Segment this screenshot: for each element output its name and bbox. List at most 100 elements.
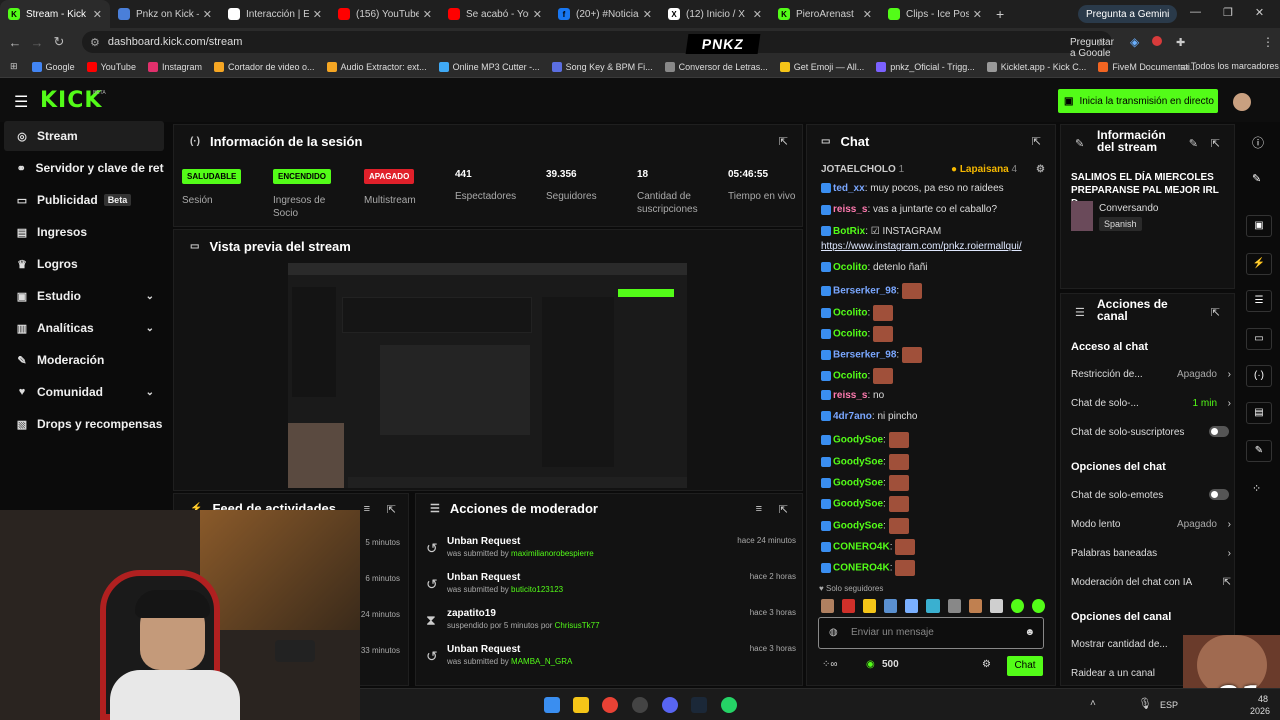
avatar[interactable] — [1233, 93, 1251, 111]
back-icon[interactable]: ← — [4, 35, 26, 50]
mod-filter-icon[interactable]: ≡ — [756, 503, 762, 515]
mod-action-user[interactable]: MAMBA_N_GRA — [511, 657, 572, 666]
browser-tab[interactable]: K PieroArenast ✕ — [770, 0, 880, 28]
emote-11-icon[interactable] — [1031, 599, 1046, 613]
bookmark-item[interactable]: Song Key & BPM Fi... — [551, 61, 653, 72]
url-field[interactable]: ⚙ dashboard.kick.com/stream PNKZ Pregunt… — [82, 31, 1114, 59]
puzzle-icon[interactable]: ✚ — [1176, 36, 1185, 49]
chat-link[interactable]: https://www.instagram.com/pnkz.roiermall… — [821, 241, 1022, 252]
chat-username[interactable]: CONERO4K — [833, 541, 890, 552]
sidebar-item[interactable]: ▤ Ingresos — [4, 217, 164, 247]
chat-send-button[interactable]: Chat — [1007, 656, 1043, 676]
mod-action-user[interactable]: maximilianorobespierre — [511, 549, 594, 558]
emote-2-icon[interactable] — [842, 599, 856, 613]
extensions-icon[interactable]: ◈ — [1130, 35, 1139, 49]
chat-message-input[interactable]: ◍ Enviar un mensaje ☻ — [818, 617, 1044, 649]
sidebar-item[interactable]: ▭ Publicidad Beta — [4, 185, 164, 215]
bookmark-item[interactable]: Kicklet.app - Kick C... — [986, 61, 1086, 72]
chat-username[interactable]: CONERO4K — [833, 563, 890, 574]
apps-dots-icon[interactable]: ⁘ — [1252, 482, 1261, 495]
chat-username[interactable]: GoodySoe — [833, 456, 883, 467]
pinned-user-right[interactable]: Lapaisana — [960, 164, 1009, 175]
chat-username[interactable]: GoodySoe — [833, 478, 883, 489]
mod-action-row[interactable]: ↺ Unban Request was submitted by buticito1… — [426, 572, 796, 606]
reload-icon[interactable]: ↻ — [48, 34, 70, 50]
sidebar-item[interactable]: ◎ Stream — [4, 121, 164, 151]
emote-8-icon[interactable] — [968, 599, 982, 613]
bolt-tool-icon[interactable]: ⚡ — [1246, 253, 1272, 275]
filter-icon[interactable]: ≡ — [364, 503, 370, 515]
emote-9-icon[interactable] — [989, 599, 1003, 613]
emote-4-icon[interactable] — [884, 599, 898, 613]
mod-popout-icon[interactable]: ⇱ — [779, 503, 788, 516]
infinity-icon[interactable]: ⁘∞ — [822, 659, 838, 670]
emotes-only-toggle[interactable] — [1209, 489, 1229, 500]
file-explorer-icon[interactable] — [573, 697, 589, 713]
go-live-button[interactable]: ▣ Inicia la transmisión en directo — [1058, 89, 1218, 113]
chat-popout-icon[interactable]: ⇱ — [1032, 135, 1041, 148]
banned-words-row[interactable]: Palabras baneadas › — [1071, 548, 1231, 559]
bookmark-item[interactable]: Audio Extractor: ext... — [326, 61, 427, 72]
language-indicator[interactable]: ESP — [1160, 700, 1178, 710]
emote-7-icon[interactable] — [947, 599, 961, 613]
solo-row[interactable]: Chat de solo-... 1 min › — [1071, 398, 1231, 409]
browser-tab[interactable]: Interacción | El m ✕ — [220, 0, 330, 28]
mod-action-row[interactable]: ↺ Unban Request was submitted by MAMBA_N_G… — [426, 644, 796, 678]
browser-tab[interactable]: K Stream - Kick Da ✕ — [0, 0, 110, 28]
maximize-icon[interactable]: ❐ — [1223, 6, 1233, 19]
emote-5-icon[interactable] — [905, 599, 919, 613]
edit-icon[interactable]: ✎ — [1189, 137, 1198, 150]
sidebar-item[interactable]: ▥ Analíticas ⌄ — [4, 313, 164, 343]
restriction-row[interactable]: Restricción de... Apagado › — [1071, 369, 1231, 380]
canal-popout-icon[interactable]: ⇱ — [1211, 306, 1220, 319]
stack-tool-icon[interactable]: ▤ — [1246, 402, 1272, 424]
chevron-up-icon[interactable]: ˄ — [1090, 698, 1096, 709]
discord-icon[interactable] — [662, 697, 678, 713]
wrench-tool-icon[interactable]: ✎ — [1246, 440, 1272, 462]
chat-username[interactable]: BotRix — [833, 226, 865, 237]
sidebar-item[interactable]: ▧ Drops y recompensas — [4, 409, 164, 439]
ai-mod-row[interactable]: Moderación del chat con IA ⇱ — [1071, 577, 1231, 588]
tab-close-icon[interactable]: ✕ — [753, 8, 762, 21]
tab-close-icon[interactable]: ✕ — [973, 8, 982, 21]
bookmark-item[interactable]: Cortador de video o... — [213, 61, 315, 72]
bookmark-item[interactable]: Online MP3 Cutter -... — [438, 61, 540, 72]
emoji-icon[interactable]: ☻ — [1024, 618, 1035, 648]
steam-icon[interactable] — [691, 697, 707, 713]
mod-action-user[interactable]: buticito123123 — [511, 585, 563, 594]
chat-username[interactable]: GoodySoe — [833, 520, 883, 531]
site-info-icon[interactable]: ⚙ — [90, 36, 100, 49]
sidebar-item[interactable]: ▣ Estudio ⌄ — [4, 281, 164, 311]
obs-icon[interactable] — [632, 697, 648, 713]
chat-username[interactable]: reiss_s — [833, 204, 867, 215]
browser-tab[interactable]: Se acabó - YouTu ✕ — [440, 0, 550, 28]
emote-3-icon[interactable] — [863, 599, 877, 613]
chat-settings-icon[interactable]: ⚙ — [1036, 164, 1045, 175]
info-popout-icon[interactable]: ⇱ — [1211, 137, 1220, 150]
chat-username[interactable]: 4dr7ano — [833, 411, 872, 422]
chat-username[interactable]: Ocolito — [833, 371, 867, 382]
tab-close-icon[interactable]: ✕ — [423, 8, 432, 21]
emote-6-icon[interactable] — [926, 599, 940, 613]
all-bookmarks[interactable]: ▭ Todos los marcadores — [1180, 61, 1279, 72]
chat-username[interactable]: Ocolito — [833, 262, 867, 273]
chat-username[interactable]: Berserker_98 — [833, 286, 896, 297]
browser-tab[interactable]: (156) YouTube ✕ — [330, 0, 440, 28]
chat-username[interactable]: ted_xx — [833, 183, 865, 194]
mic-icon[interactable]: 🎙 — [1138, 697, 1152, 710]
gemini-button[interactable]: Pregunta a Gemini — [1078, 5, 1178, 23]
bookmark-star-icon[interactable]: ☆ — [1096, 36, 1106, 49]
minimize-icon[interactable]: — — [1190, 6, 1201, 19]
hamburger-icon[interactable]: ☰ — [14, 92, 28, 112]
mod-action-row[interactable]: ⧗ zapatito19 suspendido por 5 minutos por … — [426, 608, 796, 642]
tab-close-icon[interactable]: ✕ — [93, 8, 102, 21]
bookmark-item[interactable]: Instagram — [147, 61, 202, 72]
extension-red-icon[interactable] — [1152, 36, 1162, 46]
chat-tool-icon[interactable]: ▭ — [1246, 328, 1272, 350]
whatsapp-icon[interactable] — [721, 697, 737, 713]
slow-mode-row[interactable]: Modo lento Apagado › — [1071, 519, 1231, 530]
forward-icon[interactable]: → — [26, 35, 48, 50]
tab-close-icon[interactable]: ✕ — [533, 8, 542, 21]
chat-username[interactable]: Ocolito — [833, 307, 867, 318]
chat-footer-settings-icon[interactable]: ⚙ — [982, 659, 991, 670]
